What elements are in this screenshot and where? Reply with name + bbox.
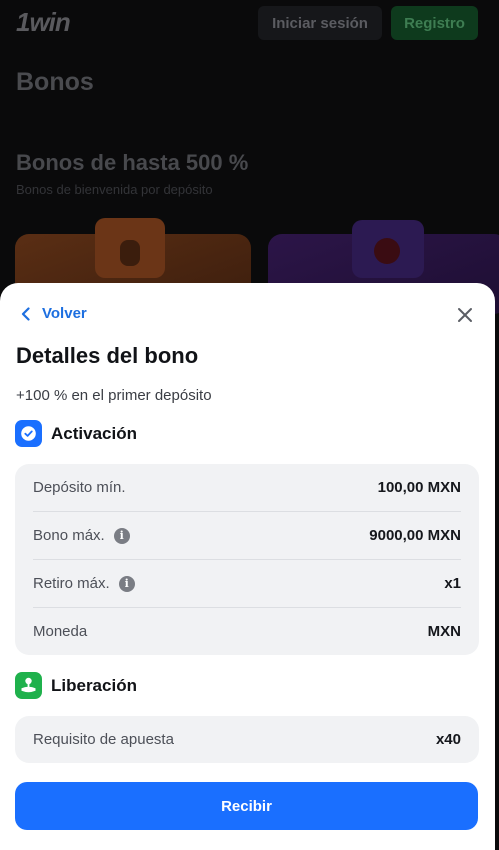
table-row: Requisito de apuesta x40 — [33, 716, 461, 763]
table-row: Bono máx. i 9000,00 MXN — [33, 512, 461, 559]
table-row: Depósito mín. 100,00 MXN — [33, 464, 461, 511]
release-label: Liberación — [51, 675, 137, 695]
row-label: Depósito mín. — [33, 479, 126, 496]
activation-heading: Activación — [15, 420, 137, 447]
activation-label: Activación — [51, 423, 137, 443]
info-icon[interactable]: i — [113, 527, 130, 544]
release-table: Requisito de apuesta x40 — [15, 716, 479, 763]
sheet-title: Detalles del bono — [16, 343, 199, 368]
row-label: Requisito de apuesta — [33, 731, 174, 748]
release-heading: Liberación — [15, 672, 137, 699]
row-value: MXN — [427, 623, 461, 640]
gift-image-2 — [352, 220, 424, 278]
receive-button[interactable]: Recibir — [15, 782, 478, 830]
row-label: Moneda — [33, 623, 88, 640]
row-value: 100,00 MXN — [377, 479, 461, 496]
gift-image-1 — [95, 218, 165, 278]
page-title: Bonos — [16, 68, 94, 96]
section-title: Bonos de hasta 500 % — [16, 150, 249, 175]
activation-table: Depósito mín. 100,00 MXN Bono máx. i 9000… — [15, 464, 479, 655]
register-button[interactable]: Registro — [391, 6, 478, 40]
table-row: Retiro máx. i x1 — [33, 560, 461, 607]
close-icon — [458, 308, 472, 322]
table-row: Moneda MXN — [33, 608, 461, 655]
site-logo[interactable]: 1win — [16, 7, 71, 38]
row-value: x1 — [444, 575, 461, 592]
sheet-subtitle: +100 % en el primer depósito — [16, 387, 212, 404]
site-header: 1win Iniciar sesión Registro — [0, 0, 499, 46]
check-badge-icon — [15, 420, 42, 447]
back-button[interactable]: Volver — [20, 305, 87, 322]
row-value: 9000,00 MXN — [369, 527, 461, 544]
bonus-details-sheet: Volver Detalles del bono +100 % en el pr… — [0, 283, 495, 850]
close-button[interactable] — [455, 305, 475, 325]
section-subtitle: Bonos de bienvenida por depósito — [16, 182, 213, 197]
row-label: Bono máx. — [33, 527, 105, 544]
back-label: Volver — [42, 305, 87, 322]
login-button[interactable]: Iniciar sesión — [258, 6, 382, 40]
row-value: x40 — [435, 731, 461, 748]
joystick-icon — [15, 672, 42, 699]
chevron-left-icon — [21, 306, 30, 321]
info-icon[interactable]: i — [118, 575, 135, 592]
row-label: Retiro máx. — [33, 575, 110, 592]
